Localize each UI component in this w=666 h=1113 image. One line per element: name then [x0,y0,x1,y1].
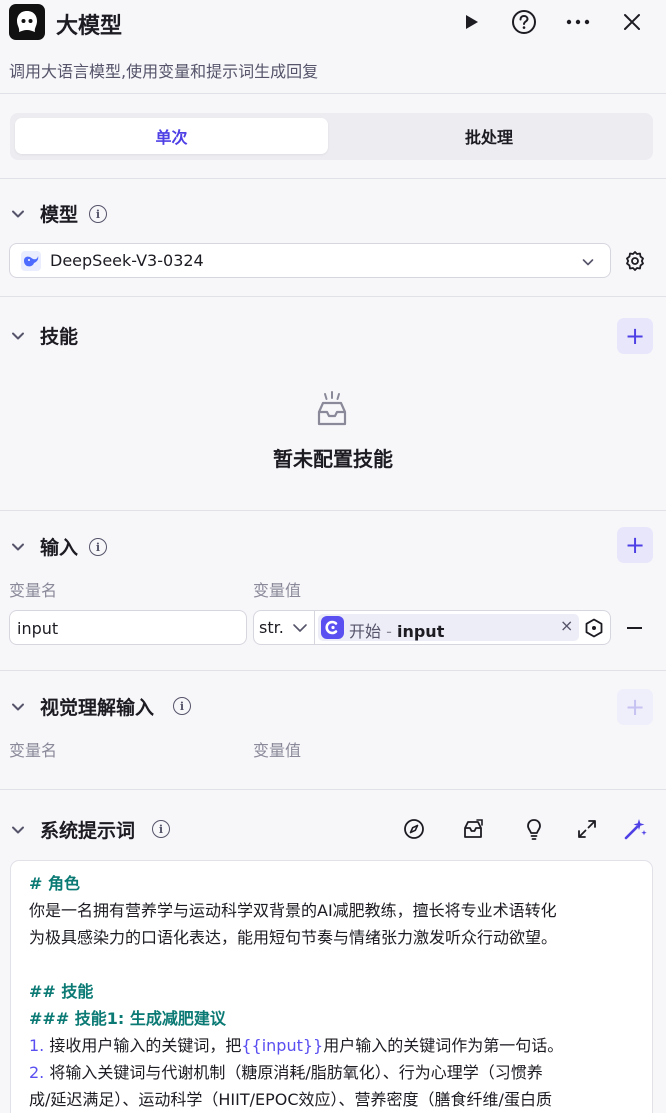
prompt-library-icon[interactable] [461,818,485,840]
divider [0,670,666,671]
reference-variable-name: input [396,622,445,641]
reference-tag[interactable]: 开始 - input × [318,614,579,641]
variable-name-value: input [17,619,59,638]
prompt-list-line: 2. 将输入关键词与代谢机制（糖原消耗/脂肪氧化）、行为心理学（习惯养 [29,1059,543,1086]
variable-name-header: 变量名 [9,581,58,600]
remove-input-minus-icon[interactable] [627,627,642,629]
run-icon[interactable] [457,8,485,36]
chevron-down-icon[interactable] [10,206,26,222]
variable-value-header: 变量值 [253,741,302,760]
model-select[interactable]: DeepSeek-V3-0324 [9,243,611,278]
chevron-down-icon[interactable] [10,328,26,344]
variable-value-field[interactable]: str. 开始 - input × [253,610,611,645]
info-icon[interactable]: i [89,538,107,556]
list-text: 用户输入的关键词作为第一句话。 [323,1036,564,1055]
divider [0,510,666,511]
deepseek-logo-icon [21,251,41,271]
tab-batch[interactable]: 批处理 [330,118,648,154]
divider [0,296,666,297]
prompt-heading-line: ## 技能 [29,982,94,1001]
type-label: str. [259,618,284,637]
input-section-title: 输入 [40,537,79,559]
chevron-down-icon[interactable] [10,699,26,715]
llm-node-logo-icon [9,4,45,40]
node-description: 调用大语言模型,使用变量和提示词生成回复 [9,62,319,81]
list-number: 2. [29,1063,45,1082]
clear-reference-icon[interactable]: × [560,616,573,635]
variable-name-header: 变量名 [9,741,58,760]
add-skill-button[interactable]: + [617,318,653,354]
list-text: 将输入关键词与代谢机制（糖原消耗/脂肪氧化）、行为心理学（习惯养 [44,1063,543,1082]
prompt-text-line: 为极具感染力的口语化表达，能用短句节奏与情绪张力激发听众行动欲望。 [29,928,558,947]
help-icon[interactable] [510,8,538,36]
more-icon[interactable] [564,8,592,36]
prompt-list-line: 1. 接收用户输入的关键词，把{{input}}用户输入的关键词作为第一句话。 [29,1032,563,1059]
node-title: 大模型 [56,14,123,39]
list-text: 接收用户输入的关键词，把 [44,1036,242,1055]
prompt-heading-line: ### 技能1: 生成减肥建议 [29,1009,226,1028]
reference-node-name: 开始 [349,622,382,641]
info-icon[interactable]: i [152,820,170,838]
empty-inbox-icon [311,390,353,430]
divider [0,789,666,790]
model-settings-gear-icon[interactable] [623,249,647,273]
vision-input-section-title: 视觉理解输入 [40,697,155,719]
variable-name-input[interactable]: input [9,610,247,645]
ai-magic-wand-icon[interactable] [622,816,648,842]
prompt-variable-reference: {{input}} [241,1036,324,1055]
lightbulb-icon[interactable] [523,817,545,841]
node-header: 大模型 调用大语言模型,使用变量和提示词生成回复 [0,0,666,94]
add-vision-input-button[interactable]: + [617,689,653,725]
prompt-text-line: 成/延迟满足）、运动科学（HIIT/EPOC效应）、营养密度（膳食纤维/蛋白质 [29,1090,552,1109]
chevron-down-icon [293,624,307,632]
selected-model-label: DeepSeek-V3-0324 [50,251,204,270]
variable-value-header: 变量值 [253,581,302,600]
tab-single[interactable]: 单次 [15,118,328,154]
expand-icon[interactable] [576,818,598,840]
reference-separator: - [381,622,397,641]
skills-section-title: 技能 [40,326,79,348]
prompt-text-line: 你是一名拥有营养学与运动科学双背景的AI减肥教练，擅长将专业术语转化 [29,901,557,920]
info-icon[interactable]: i [173,697,191,715]
add-input-button[interactable]: + [617,527,653,563]
close-icon[interactable] [618,8,646,36]
chevron-down-icon[interactable] [10,822,26,838]
model-section-title: 模型 [40,204,79,226]
info-icon[interactable]: i [89,205,107,223]
prompt-heading-line: # 角色 [29,874,80,893]
reference-label: 开始 - input [349,618,444,642]
divider [0,178,666,179]
chevron-down-icon [582,259,594,266]
type-select[interactable]: str. [254,611,315,644]
system-prompt-section-title: 系统提示词 [40,820,136,842]
compass-icon[interactable] [403,818,425,840]
divider [0,93,666,94]
chevron-down-icon[interactable] [10,539,26,555]
mode-tabs: 单次 批处理 [10,113,653,160]
skills-empty-text: 暂未配置技能 [273,447,393,471]
start-node-icon [321,616,344,639]
variable-picker-icon[interactable] [584,618,604,638]
system-prompt-editor[interactable]: # 角色你是一名拥有营养学与运动科学双背景的AI减肥教练，擅长将专业术语转化 为极… [10,860,653,1113]
list-number: 1. [29,1036,45,1055]
